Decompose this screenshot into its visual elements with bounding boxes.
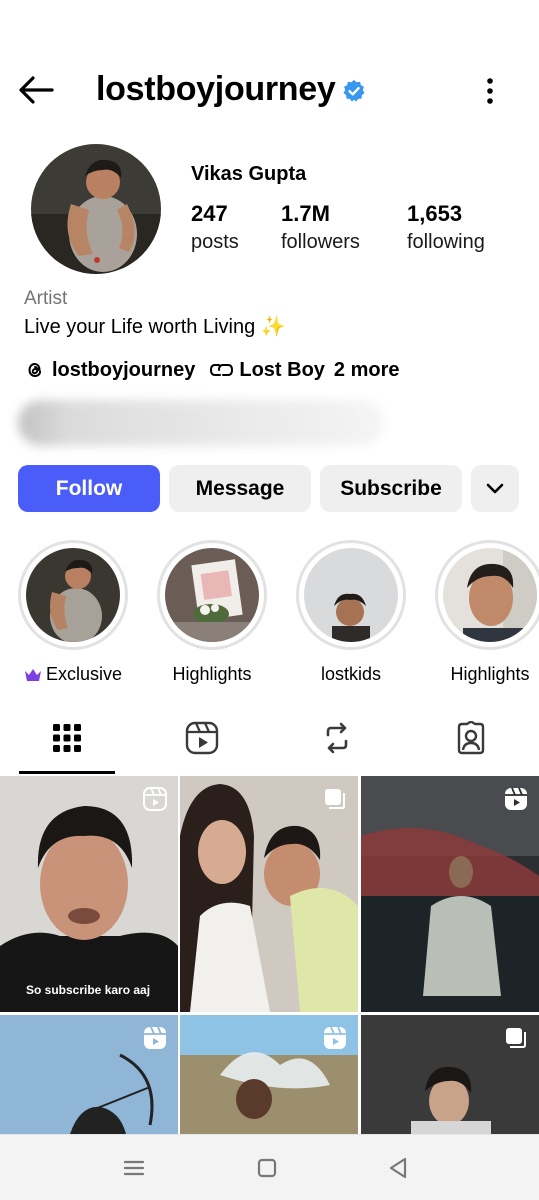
post-caption: So subscribe karo aaj xyxy=(26,983,151,997)
more-links-text[interactable]: 2 more xyxy=(334,359,400,382)
posts-grid: So subscribe karo aaj xyxy=(0,776,539,1134)
reels-icon xyxy=(185,721,219,755)
reel-badge-icon xyxy=(143,787,167,811)
highlight-label-row: Highlights xyxy=(434,664,539,685)
highlight-exclusive[interactable]: Exclusive xyxy=(17,540,129,685)
highlight-cover xyxy=(304,548,398,642)
posts-count[interactable]: 247 posts xyxy=(191,201,239,254)
highlight-ring xyxy=(18,540,128,650)
profile-header: lostboyjourney xyxy=(0,60,539,120)
stat-label: followers xyxy=(281,231,360,253)
stat-value: 1.7M xyxy=(281,201,330,226)
link-chain-icon xyxy=(210,364,234,376)
threads-link[interactable]: lostboyjourney xyxy=(24,359,195,382)
avatar-photo xyxy=(31,144,161,274)
highlight-ring xyxy=(296,540,406,650)
following-count[interactable]: 1,653 following xyxy=(407,201,485,254)
tab-posts-grid[interactable] xyxy=(19,705,115,771)
stat-label: following xyxy=(407,231,485,253)
message-button[interactable]: Message xyxy=(169,465,311,512)
reel-badge-icon xyxy=(324,1026,346,1049)
vertical-dots-icon xyxy=(487,78,493,104)
external-link[interactable]: Lost Boy xyxy=(209,358,325,382)
post-tile[interactable] xyxy=(180,776,358,1012)
highlight-ring xyxy=(157,540,267,650)
highlight-highlights-2[interactable]: Highlights xyxy=(434,540,539,685)
profile-links-row: lostboyjourney Lost Boy 2 more xyxy=(24,357,400,383)
highlight-cover xyxy=(26,548,120,642)
blurred-mutual-followers xyxy=(18,400,384,446)
active-tab-indicator xyxy=(19,771,115,774)
reel-badge-icon xyxy=(505,787,527,810)
back-button[interactable] xyxy=(16,74,56,106)
highlight-label: Highlights xyxy=(172,664,252,684)
highlight-label: Exclusive xyxy=(45,664,123,684)
arrow-left-icon xyxy=(19,76,54,104)
post-tile[interactable] xyxy=(361,776,539,1012)
tagged-person-icon xyxy=(457,721,485,755)
more-options-button[interactable] xyxy=(478,74,502,108)
tab-reels[interactable] xyxy=(154,705,250,771)
highlight-label: Highlights xyxy=(450,664,530,684)
link-label: Lost Boy xyxy=(239,358,325,381)
stat-value: 247 xyxy=(191,201,228,226)
post-tile[interactable]: So subscribe karo aaj xyxy=(0,776,178,1012)
highlight-label-row: lostkids xyxy=(295,664,407,685)
threads-handle: lostboyjourney xyxy=(52,358,196,381)
tab-tagged[interactable] xyxy=(423,705,519,771)
home-button[interactable] xyxy=(254,1155,284,1181)
profile-avatar[interactable] xyxy=(31,144,161,274)
post-tile[interactable] xyxy=(180,1015,358,1134)
profile-full-name: Vikas Gupta xyxy=(191,163,307,185)
post-tile[interactable] xyxy=(0,1015,178,1134)
highlight-ring xyxy=(435,540,539,650)
repost-icon xyxy=(326,722,348,754)
crown-icon xyxy=(24,668,41,681)
system-navigation-bar xyxy=(0,1134,539,1200)
profile-bio: Live your Life worth Living ✨ xyxy=(24,316,286,338)
stat-label: posts xyxy=(191,231,239,253)
chevron-down-icon xyxy=(486,483,504,493)
carousel-badge-icon xyxy=(506,1028,526,1048)
post-tile[interactable] xyxy=(361,1015,539,1134)
highlight-label-row: Exclusive xyxy=(17,664,129,685)
tab-reposts[interactable] xyxy=(289,705,385,771)
followers-count[interactable]: 1.7M followers xyxy=(281,201,360,254)
follow-button[interactable]: Follow xyxy=(18,465,160,512)
profile-category: Artist xyxy=(24,288,68,309)
profile-username: lostboyjourney xyxy=(96,70,336,108)
highlight-highlights-1[interactable]: Highlights xyxy=(156,540,268,685)
subscribe-button[interactable]: Subscribe xyxy=(320,465,462,512)
carousel-badge-icon xyxy=(325,789,345,809)
stat-value: 1,653 xyxy=(407,201,463,226)
recent-apps-button[interactable] xyxy=(121,1155,151,1181)
profile-tabs xyxy=(0,705,539,775)
highlight-cover xyxy=(165,548,259,642)
menu-icon xyxy=(123,1160,145,1176)
home-square-icon xyxy=(257,1158,277,1178)
grid-icon xyxy=(53,724,81,752)
system-back-button[interactable] xyxy=(385,1155,415,1181)
highlight-label: lostkids xyxy=(320,664,382,684)
reel-badge-icon xyxy=(144,1026,166,1049)
threads-icon xyxy=(28,362,42,378)
highlight-lostkids[interactable]: lostkids xyxy=(295,540,407,685)
verified-badge-icon xyxy=(343,80,365,102)
highlight-cover xyxy=(443,548,537,642)
suggested-dropdown-button[interactable] xyxy=(471,465,519,512)
back-triangle-icon xyxy=(389,1157,407,1179)
highlight-label-row: Highlights xyxy=(156,664,268,685)
